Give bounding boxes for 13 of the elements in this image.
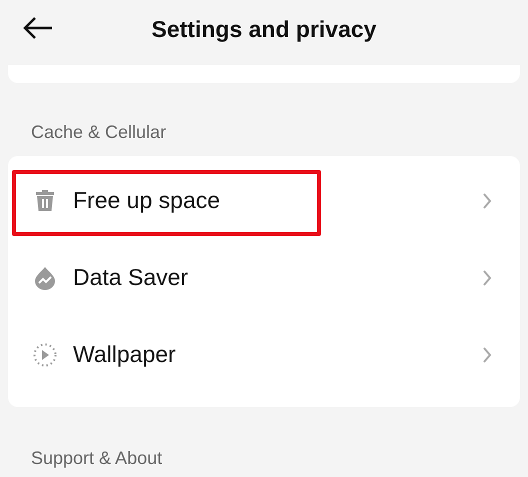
back-arrow-icon (22, 16, 54, 40)
settings-item[interactable]: Data Saver (73, 260, 482, 295)
chevron-right-icon (482, 268, 492, 286)
section-title: Cache & Cellular (30, 121, 168, 144)
settings-item[interactable]: Free up space (73, 183, 482, 218)
page-title: Settings and privacy (152, 14, 376, 44)
section-title: Support & About (30, 447, 164, 470)
chevron-right-icon (482, 346, 492, 364)
settings-item[interactable]: Wallpaper (73, 337, 482, 372)
drop-icon (34, 266, 56, 290)
chevron-right-icon (482, 192, 492, 210)
play-circle-icon (33, 342, 57, 366)
trash-icon (35, 188, 55, 212)
